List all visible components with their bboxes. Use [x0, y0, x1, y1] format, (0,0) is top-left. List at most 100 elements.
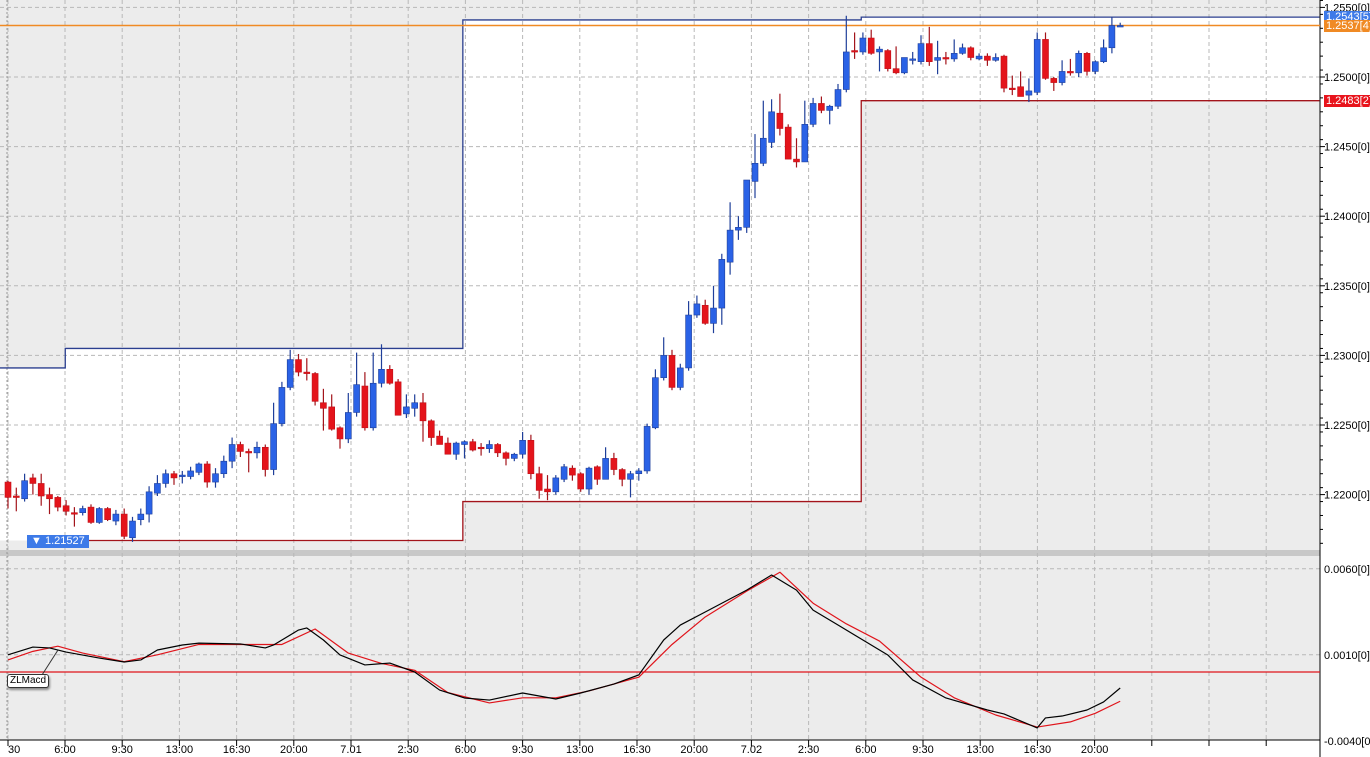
candle-body	[801, 124, 809, 163]
candle-body	[154, 483, 161, 494]
candle-body	[1075, 53, 1082, 74]
candle-body	[96, 508, 103, 523]
low-marker-value: 1.21527	[44, 535, 85, 547]
candle-body	[311, 373, 319, 402]
candle-body	[743, 179, 751, 228]
candle-body	[984, 55, 991, 61]
panel-splitter	[0, 550, 1370, 556]
candle	[676, 363, 684, 391]
candle-body	[643, 426, 651, 472]
trading-chart[interactable]: 1.2550[0] 1.2500[0] 1.2450[0] 1.2400[0] 1.23…	[0, 0, 1370, 757]
candle-body	[784, 126, 792, 160]
candle-body	[394, 381, 402, 416]
candle-body	[419, 402, 427, 422]
candle-body	[826, 105, 834, 111]
candle-body	[527, 440, 535, 475]
candle	[87, 504, 95, 524]
candle-body	[386, 369, 394, 384]
candle-body	[818, 103, 825, 111]
price-axis-bg	[1320, 0, 1370, 757]
indicator-panel-bg	[0, 556, 1320, 740]
candle	[743, 179, 751, 233]
candle-body	[610, 458, 618, 470]
candle-body	[627, 473, 634, 480]
candle-body	[959, 47, 966, 54]
time-axis-label: 9:30	[912, 744, 933, 756]
candle	[527, 434, 535, 480]
time-axis-label: 13:00	[566, 744, 594, 756]
price-axis-label: 1.2250[0]	[1324, 420, 1370, 432]
candle-body	[569, 467, 576, 476]
candle-body	[859, 37, 867, 53]
candle-body	[776, 112, 784, 129]
candle-body	[685, 314, 692, 369]
candle	[1000, 54, 1008, 93]
time-axis-label: 7.02	[741, 744, 762, 756]
candle-body	[892, 68, 900, 74]
lower-channel-shade	[861, 100, 1320, 550]
candle	[311, 372, 319, 406]
candle-body	[104, 508, 111, 520]
candle-body	[876, 48, 883, 53]
candle-body	[1067, 71, 1074, 74]
time-axis-label: 2:30	[397, 744, 418, 756]
candle-body	[137, 513, 145, 520]
candle-body	[320, 402, 327, 409]
candle-body	[701, 304, 709, 324]
indicator-axis-label: -0.0040[0]	[1324, 736, 1370, 748]
candle-body	[179, 474, 186, 477]
candle-body	[519, 440, 526, 455]
candle-body	[461, 441, 468, 445]
indicator-label[interactable]: ZLMacd	[7, 674, 50, 688]
low-marker-label: ▼ 1.21527	[27, 535, 89, 548]
candle-body	[344, 412, 352, 440]
price-axis-label: 1.2500[0]	[1324, 72, 1370, 84]
candle-body	[71, 512, 78, 515]
candle	[560, 463, 568, 483]
candle-body	[21, 480, 28, 500]
candle-body	[1050, 78, 1058, 83]
candle	[901, 57, 908, 75]
candle-body	[510, 453, 518, 459]
candle-body	[436, 435, 443, 445]
candle-body	[759, 137, 767, 164]
candle-body	[278, 387, 286, 424]
candle-body	[967, 47, 975, 58]
candle-body	[1100, 47, 1107, 62]
time-axis-label: 20:00	[1081, 744, 1109, 756]
candle-body	[411, 402, 419, 409]
time-axis-label: 20:00	[680, 744, 708, 756]
candle-body	[992, 57, 1000, 61]
candle-body	[62, 505, 70, 512]
time-axis-label: 16:30	[623, 744, 651, 756]
candle-body	[809, 103, 817, 125]
candle-body	[120, 513, 128, 537]
candle-body	[618, 469, 626, 480]
candle-body	[1083, 53, 1091, 72]
candle-body	[361, 385, 369, 429]
candle-body	[635, 470, 643, 475]
candle-body	[477, 446, 485, 450]
candle-body	[369, 382, 377, 429]
candle	[104, 507, 111, 522]
candle-body	[170, 473, 178, 479]
candle-body	[378, 369, 385, 384]
candle-body	[46, 494, 53, 500]
candle-body	[452, 442, 460, 455]
candle-body	[676, 367, 684, 388]
candle-body	[427, 420, 435, 438]
candle-body	[585, 467, 593, 490]
candle-body	[37, 483, 45, 497]
time-axis-label: 7.01	[340, 744, 361, 756]
candle-body	[909, 58, 917, 61]
candle	[552, 475, 560, 495]
candle-body	[535, 473, 543, 491]
candle-body	[54, 497, 62, 508]
candle	[278, 381, 286, 427]
candle-body	[735, 227, 742, 231]
candle	[784, 124, 792, 160]
upper-channel-shade	[0, 0, 66, 368]
time-axis-label: 16:30	[223, 744, 251, 756]
candle-body	[925, 43, 933, 62]
chart-canvas[interactable]: 1.2550[0]1.2500[0]1.2450[0]1.2400[0]1.23…	[0, 0, 1370, 757]
